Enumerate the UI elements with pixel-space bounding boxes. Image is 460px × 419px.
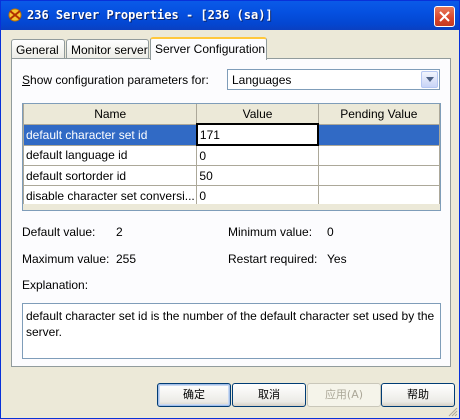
row-name-cell[interactable]: disable character set conversi...	[23, 185, 198, 206]
column-header-pending[interactable]: Pending Value	[317, 104, 440, 125]
show-parameters-label-text: how configuration parameters for:	[30, 73, 209, 87]
default-value: 2	[116, 225, 123, 239]
row-name-cell[interactable]: default character set id	[23, 123, 198, 146]
column-header-name[interactable]: Name	[23, 104, 198, 125]
show-parameters-label-mnemonic: S	[22, 73, 31, 87]
restart-required-label: Restart required:	[228, 252, 318, 266]
row-name-cell[interactable]: default language id	[23, 144, 198, 166]
ok-button[interactable]: 确定	[157, 383, 231, 407]
row-pending-cell[interactable]	[317, 144, 440, 166]
title-bar[interactable]: 236 Server Properties - [236 (sa)]	[1, 1, 459, 30]
tab-server-configuration[interactable]: Server Configuration	[150, 37, 267, 60]
parameters-grid: Name Value Pending Value default charact…	[22, 103, 441, 211]
explanation-text: default character set id is the number o…	[22, 303, 441, 359]
column-header-value[interactable]: Value	[196, 104, 319, 125]
table-row[interactable]: disable character set conversi... 0	[23, 185, 440, 206]
parameters-table: Name Value Pending Value default charact…	[23, 104, 440, 206]
minimum-value: 0	[327, 225, 334, 239]
row-value-cell[interactable]: 0	[196, 185, 319, 206]
maximum-value: 255	[116, 252, 137, 266]
row-value-cell[interactable]: 0	[196, 144, 319, 166]
tab-monitor-server[interactable]: Monitor server	[66, 39, 149, 59]
row-value-cell[interactable]: 50	[196, 165, 319, 186]
close-icon	[439, 11, 450, 22]
window-title: 236 Server Properties - [236 (sa)]	[27, 8, 273, 22]
row-pending-cell[interactable]	[317, 185, 440, 206]
show-parameters-label: Show configuration parameters for:	[22, 73, 209, 87]
table-row[interactable]: default character set id 171	[23, 123, 440, 146]
default-value-label: Default value:	[22, 225, 96, 239]
maximum-value-label: Maximum value:	[22, 252, 110, 266]
dropdown-arrow-button[interactable]	[421, 71, 438, 88]
tab-monitor-server-label: Monitor server	[71, 43, 148, 57]
server-app-icon	[8, 8, 22, 22]
server-properties-dialog: 236 Server Properties - [236 (sa)] Gener…	[0, 0, 460, 419]
restart-required-value: Yes	[327, 252, 347, 266]
tab-general[interactable]: General	[11, 39, 65, 59]
row-pending-cell[interactable]	[317, 123, 440, 146]
row-pending-cell[interactable]	[317, 165, 440, 186]
category-dropdown-value: Languages	[232, 73, 292, 87]
table-row[interactable]: default sortorder id 50	[23, 165, 440, 186]
row-value-cell[interactable]: 171	[195, 123, 320, 146]
chevron-down-icon	[426, 77, 434, 82]
cancel-button[interactable]: 取消	[232, 383, 306, 407]
row-name-cell[interactable]: default sortorder id	[23, 165, 198, 186]
minimum-value-label: Minimum value:	[228, 225, 313, 239]
tab-server-configuration-label: Server Configuration	[155, 42, 266, 56]
grid-header-row: Name Value Pending Value	[23, 104, 440, 125]
table-row[interactable]: default language id 0	[23, 144, 440, 166]
explanation-label: Explanation:	[22, 278, 89, 292]
close-button[interactable]	[434, 6, 455, 27]
tab-strip: General Monitor server Server Configurat…	[11, 37, 451, 60]
category-dropdown[interactable]: Languages	[227, 69, 440, 90]
help-button[interactable]: 帮助	[381, 383, 455, 407]
apply-button[interactable]: 应用(A)	[307, 383, 381, 407]
server-configuration-panel: Show configuration parameters for: Langu…	[11, 58, 451, 367]
tab-general-label: General	[16, 43, 59, 57]
resize-grip-icon[interactable]	[448, 407, 458, 417]
grid-empty-area	[23, 204, 440, 210]
